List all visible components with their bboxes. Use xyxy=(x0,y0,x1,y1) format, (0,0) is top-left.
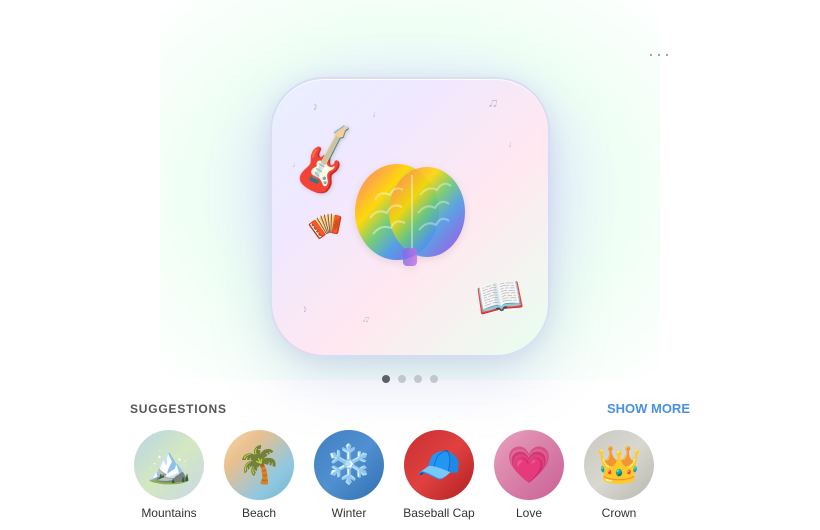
suggestions-grid: 🏔️ Mountains 🌴 Beach ❄️ Winter 🧢 Baseball Cap 💗 L… xyxy=(130,430,690,520)
suggestion-item-mountains[interactable]: 🏔️ Mountains xyxy=(130,430,208,520)
pagination-dots xyxy=(382,375,438,383)
suggestion-item-crown[interactable]: 👑 Crown xyxy=(580,430,658,520)
main-content: ··· ♪ ♩ ♫ ♩ ♪ ♬ ♩ ♫ 🎸 🪗 📖 xyxy=(0,0,820,520)
suggestion-label-baseball-cap: Baseball Cap xyxy=(403,506,474,520)
suggestion-icon-beach: 🌴 xyxy=(224,430,294,500)
instrument-icon-2: 📖 xyxy=(472,272,526,324)
suggestions-title: SUGGESTIONS xyxy=(130,402,227,416)
suggestion-icon-love: 💗 xyxy=(494,430,564,500)
suggestion-label-winter: Winter xyxy=(332,506,367,520)
more-options-button[interactable]: ··· xyxy=(640,40,680,69)
dot-3[interactable] xyxy=(414,375,422,383)
app-card: ♪ ♩ ♫ ♩ ♪ ♬ ♩ ♫ 🎸 🪗 📖 xyxy=(270,77,550,357)
dot-1[interactable] xyxy=(382,375,390,383)
suggestions-section: SUGGESTIONS SHOW MORE 🏔️ Mountains 🌴 Beach ❄… xyxy=(130,401,690,520)
suggestion-item-beach[interactable]: 🌴 Beach xyxy=(220,430,298,520)
suggestion-icon-crown: 👑 xyxy=(584,430,654,500)
suggestion-label-love: Love xyxy=(516,506,542,520)
suggestion-item-winter[interactable]: ❄️ Winter xyxy=(310,430,388,520)
suggestion-icon-winter: ❄️ xyxy=(314,430,384,500)
more-button-row: ··· xyxy=(130,0,690,69)
suggestions-header: SUGGESTIONS SHOW MORE xyxy=(130,401,690,416)
suggestion-item-love[interactable]: 💗 Love xyxy=(490,430,568,520)
suggestion-label-mountains: Mountains xyxy=(141,506,196,520)
instrument-icon-1: 🪗 xyxy=(304,206,344,245)
show-more-button[interactable]: SHOW MORE xyxy=(607,401,690,416)
suggestion-label-crown: Crown xyxy=(602,506,637,520)
suggestion-icon-baseball-cap: 🧢 xyxy=(404,430,474,500)
suggestion-icon-mountains: 🏔️ xyxy=(134,430,204,500)
suggestion-label-beach: Beach xyxy=(242,506,276,520)
brain-icon xyxy=(345,160,475,275)
suggestion-item-baseball-cap[interactable]: 🧢 Baseball Cap xyxy=(400,430,478,520)
dot-4[interactable] xyxy=(430,375,438,383)
dot-2[interactable] xyxy=(398,375,406,383)
